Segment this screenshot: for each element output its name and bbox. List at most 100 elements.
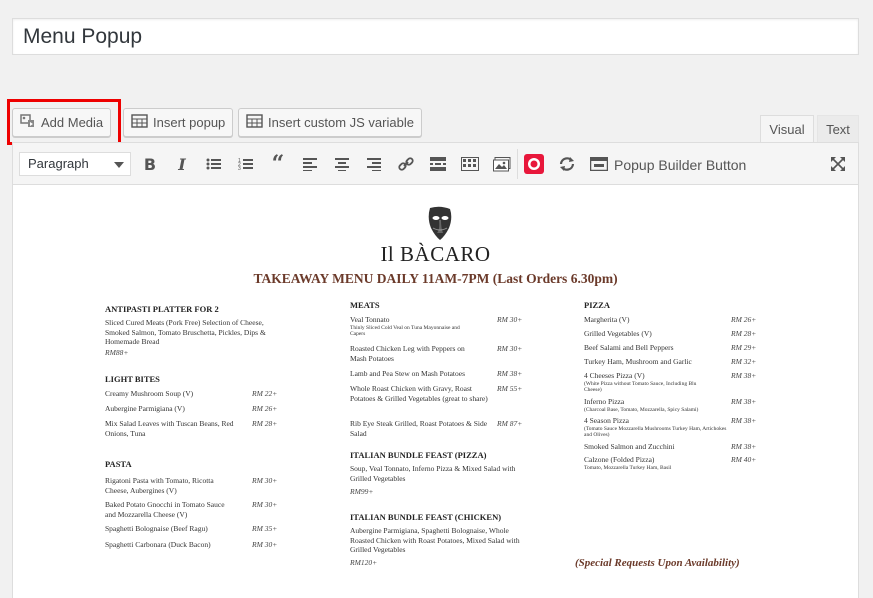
menu-item: Baked Potato Gnocchi in Tomato Sauce and… xyxy=(105,500,225,519)
align-right-icon[interactable] xyxy=(363,153,385,175)
menu-item-price: RM 35+ xyxy=(252,524,278,533)
menu-item-price: RM 38+ xyxy=(731,442,757,451)
menu-item-price: RM 26+ xyxy=(252,404,278,413)
menu-item-price: RM 87+ xyxy=(497,419,523,428)
menu-item: Creamy Mushroom Soup (V) xyxy=(105,389,194,398)
bold-button[interactable]: B xyxy=(139,153,161,175)
table-icon xyxy=(246,114,263,131)
menu-item-price: RM 38+ xyxy=(731,416,757,425)
bold-label: B xyxy=(143,154,157,174)
menu-item: Smoked Salmon and Zucchini xyxy=(584,442,675,451)
menu-item: Rib Eye Steak Grilled, Roast Potatoes & … xyxy=(350,419,488,438)
toolbar-divider xyxy=(517,149,518,179)
menu-item-price: RM99+ xyxy=(350,487,374,496)
menu-item-name: 4 Season Pizza xyxy=(584,416,629,425)
menu-item-name: 4 Cheeses Pizza (V) xyxy=(584,371,645,380)
menu-item: Beef Salami and Bell Peppers xyxy=(584,343,674,352)
format-select[interactable]: Paragraph xyxy=(19,152,131,176)
menu-item: 4 Cheeses Pizza (V) (White Pizza without… xyxy=(584,371,714,394)
menu-item-price: RM120+ xyxy=(350,558,378,567)
popup-builder-button[interactable]: Popup Builder Button xyxy=(614,157,746,173)
menu-item-price: RM 28+ xyxy=(731,329,757,338)
image-gallery-icon[interactable] xyxy=(491,153,513,175)
menu-item: Spaghetti Carbonara (Duck Bacon) xyxy=(105,540,211,549)
bullet-list-icon[interactable] xyxy=(203,153,225,175)
tab-text[interactable]: Text xyxy=(817,115,859,143)
editor-toolbar: Paragraph B I 123 “ Popup Builder Button xyxy=(13,143,858,185)
popup-builder-icon[interactable] xyxy=(588,153,610,175)
menu-item-price: RM 26+ xyxy=(731,315,757,324)
insert-js-variable-button[interactable]: Insert custom JS variable xyxy=(238,108,422,137)
menu-item-price: RM88+ xyxy=(105,348,129,357)
section-title: PASTA xyxy=(105,459,132,469)
menu-item: Rigatoni Pasta with Tomato, Ricotta Chee… xyxy=(105,476,214,495)
menu-item-desc: Thinly Sliced Cold Veal on Tuna Mayonnai… xyxy=(350,324,460,338)
menu-brand: Il BÀCARO xyxy=(380,242,491,266)
menu-item: Roasted Chicken Leg with Peppers on Mash… xyxy=(350,344,465,363)
post-title-input[interactable]: Menu Popup xyxy=(12,18,859,55)
table-icon xyxy=(131,114,148,131)
menu-item: Aubergine Parmigiana (V) xyxy=(105,404,185,413)
menu-item-price: RM 30+ xyxy=(497,315,523,324)
italic-label: I xyxy=(178,154,186,174)
menu-item-name: Calzone (Folded Pizza) xyxy=(584,455,655,464)
align-center-icon[interactable] xyxy=(331,153,353,175)
section-title: LIGHT BITES xyxy=(105,374,160,384)
menu-item: Mix Salad Leaves with Tuscan Beans, Red … xyxy=(105,419,234,438)
menu-item: Spaghetti Bolognaise (Beef Ragu) xyxy=(105,524,208,533)
menu-item: Calzone (Folded Pizza) Tomato, Mozzarell… xyxy=(584,455,724,471)
toolbar-toggle-icon[interactable] xyxy=(459,153,481,175)
menu-item-price: RM 38+ xyxy=(497,369,523,378)
italic-button[interactable]: I xyxy=(171,153,193,175)
menu-item-desc: (Charcoal Base, Tomato, Mozzarella, Spic… xyxy=(584,406,699,413)
menu-item-price: RM 32+ xyxy=(731,357,757,366)
section-title: MEATS xyxy=(350,300,380,310)
menu-item-price: RM 29+ xyxy=(731,343,757,352)
menu-item-desc: (Tomato Sauce Mozzarella Mushrooms Turke… xyxy=(584,425,727,439)
menu-item-price: RM 38+ xyxy=(731,397,757,406)
tab-visual-label: Visual xyxy=(769,122,805,137)
menu-item-price: RM 22+ xyxy=(252,389,278,398)
menu-item: 4 Season Pizza (Tomato Sauce Mozzarella … xyxy=(584,416,729,439)
blockquote-icon[interactable]: “ xyxy=(267,151,289,177)
menu-item-desc: (White Pizza without Tomato Sauce, Inclu… xyxy=(584,380,697,394)
fullscreen-icon[interactable] xyxy=(827,153,849,175)
menu-item-price: RM 30+ xyxy=(252,500,278,509)
tab-text-label: Text xyxy=(826,122,850,137)
menu-item: Veal Tonnato Thinly Sliced Cold Veal on … xyxy=(350,315,475,338)
insert-popup-button[interactable]: Insert popup xyxy=(123,108,234,137)
mask-logo-icon xyxy=(428,206,452,240)
menu-item-desc: Tomato, Mozzarella Turkey Ham, Basil xyxy=(584,464,672,471)
menu-item-price: RM 28+ xyxy=(252,419,278,428)
special-requests-note: (Special Requests Upon Availability) xyxy=(575,557,740,569)
numbered-list-icon[interactable]: 123 xyxy=(235,153,257,175)
menu-item-name: Inferno Pizza xyxy=(584,397,625,406)
menu-item-desc: Sliced Cured Meats (Pork Free) Selection… xyxy=(105,318,266,346)
target-icon[interactable] xyxy=(523,153,545,175)
refresh-icon[interactable] xyxy=(556,153,578,175)
menu-item: Inferno Pizza (Charcoal Base, Tomato, Mo… xyxy=(584,397,724,413)
menu-item-price: RM 30+ xyxy=(252,476,278,485)
insert-js-variable-label: Insert custom JS variable xyxy=(268,115,414,130)
menu-subtitle: TAKEAWAY MENU DAILY 11AM-7PM (Last Order… xyxy=(253,271,618,286)
tab-visual[interactable]: Visual xyxy=(760,115,814,143)
menu-item: Margherita (V) xyxy=(584,315,630,324)
menu-item-price: RM 55+ xyxy=(497,384,523,393)
menu-item-name: Veal Tonnato xyxy=(350,315,390,324)
svg-text:3: 3 xyxy=(238,166,241,171)
menu-item: Whole Roast Chicken with Gravy, Roast Po… xyxy=(350,384,488,403)
menu-item-price: RM 30+ xyxy=(252,540,278,549)
read-more-icon[interactable] xyxy=(427,153,449,175)
menu-item-desc: Soup, Veal Tonnato, Inferno Pizza & Mixe… xyxy=(350,464,516,483)
editor: Paragraph B I 123 “ Popup Builder Button… xyxy=(12,142,859,598)
section-title: ITALIAN BUNDLE FEAST (PIZZA) xyxy=(350,450,487,460)
menu-item: Lamb and Pea Stew on Mash Potatoes xyxy=(350,369,465,378)
highlight-box xyxy=(7,99,121,145)
editor-content[interactable]: Il BÀCARO TAKEAWAY MENU DAILY 11AM-7PM (… xyxy=(13,186,858,598)
menu-item-desc: Aubergine Parmigiana, Spaghetti Bolognai… xyxy=(350,526,520,554)
menu-item: Grilled Vegetables (V) xyxy=(584,329,652,338)
link-icon[interactable] xyxy=(395,153,417,175)
format-select-value: Paragraph xyxy=(28,156,89,171)
menu-item: Turkey Ham, Mushroom and Garlic xyxy=(584,357,692,366)
align-left-icon[interactable] xyxy=(299,153,321,175)
